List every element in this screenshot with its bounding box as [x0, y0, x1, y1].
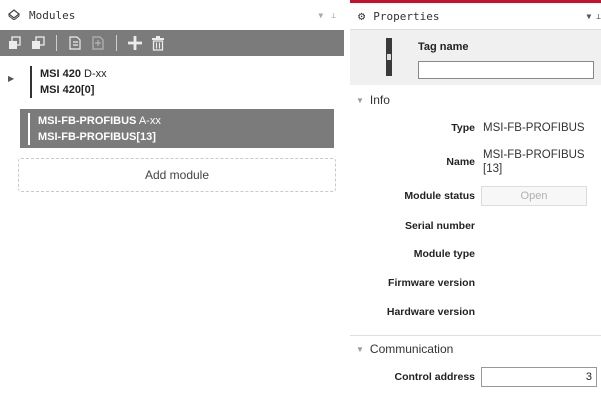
- info-section-header[interactable]: ▼ Info: [350, 85, 601, 115]
- module-instance: MSI 420[0]: [40, 84, 95, 96]
- type-value: MSI-FB-PROFIBUS: [483, 122, 585, 134]
- name-row: Name MSI-FB-PROFIBUS [13]: [350, 143, 601, 183]
- module-version: D-xx: [84, 68, 107, 80]
- control-address-input[interactable]: 3: [481, 367, 597, 387]
- open-button[interactable]: Open: [481, 186, 587, 206]
- toolbar-separator: [116, 35, 117, 51]
- communication-section-title: Communication: [369, 342, 454, 356]
- firmware-version-row: Firmware version: [350, 269, 601, 297]
- communication-section-header[interactable]: ▼ Communication: [350, 336, 601, 362]
- control-address-row: Control address 3: [350, 362, 601, 392]
- module-status-row: Module status Open: [350, 183, 601, 211]
- type-label: Type: [451, 122, 475, 134]
- add-module-button[interactable]: Add module: [18, 158, 336, 192]
- module-name: MSI-FB-PROFIBUS: [38, 115, 137, 127]
- add-icon[interactable]: [126, 34, 144, 52]
- export-icon[interactable]: [89, 34, 107, 52]
- collapse-all-icon[interactable]: [6, 34, 24, 52]
- control-address-label: Control address: [394, 371, 475, 383]
- gear-icon: ⚙: [358, 9, 366, 23]
- module-device-icon: [386, 38, 392, 76]
- module-type-label: Module type: [413, 248, 475, 260]
- hardware-version-label: Hardware version: [386, 306, 475, 318]
- pane-dropdown-icon[interactable]: ▼: [318, 11, 323, 20]
- tag-name-label: Tag name: [418, 41, 469, 53]
- firmware-version-label: Firmware version: [388, 277, 475, 289]
- modules-icon: [8, 8, 22, 23]
- module-version: A-xx: [138, 115, 161, 127]
- module-name: MSI 420: [40, 68, 81, 80]
- info-section-title: Info: [369, 93, 390, 107]
- expand-all-icon[interactable]: [29, 34, 47, 52]
- properties-pane-header: ⚙ Properties ▼ ⊥: [350, 3, 601, 30]
- type-row: Type MSI-FB-PROFIBUS: [350, 115, 601, 143]
- properties-pane: ⚙ Properties ▼ ⊥ Tag name ▼ Info Type MS…: [350, 0, 601, 414]
- module-type-row: Module type: [350, 239, 601, 269]
- modules-toolbar: [0, 30, 344, 56]
- hardware-version-row: Hardware version: [350, 297, 601, 327]
- properties-pane-title: Properties: [373, 9, 440, 23]
- delete-icon[interactable]: [149, 34, 167, 52]
- modules-pane-title: Modules: [29, 8, 76, 22]
- tag-name-input[interactable]: [418, 61, 594, 79]
- serial-number-row: Serial number: [350, 211, 601, 239]
- name-label: Name: [446, 156, 475, 168]
- modules-pane: Modules ▼ ⊥ ▶ MSI 420 D-xx MSI 420[0] MS…: [0, 0, 344, 414]
- name-value: MSI-FB-PROFIBUS [13]: [483, 149, 585, 175]
- collapse-arrow-icon: ▼: [356, 95, 364, 105]
- module-item-msi-fb-profibus[interactable]: MSI-FB-PROFIBUS A-xx MSI-FB-PROFIBUS[13]: [20, 109, 334, 148]
- serial-number-label: Serial number: [404, 220, 475, 232]
- module-status-label: Module status: [404, 190, 475, 202]
- module-tree: ▶ MSI 420 D-xx MSI 420[0] MSI-FB-PROFIBU…: [0, 56, 344, 192]
- modules-pane-header: Modules ▼ ⊥: [0, 0, 344, 30]
- pin-icon[interactable]: ⊥: [331, 11, 336, 20]
- toolbar-separator: [56, 35, 57, 51]
- import-icon[interactable]: [66, 34, 84, 52]
- tag-name-block: Tag name: [350, 30, 601, 85]
- collapse-arrow-icon: ▼: [356, 344, 364, 354]
- expand-arrow-icon[interactable]: ▶: [8, 71, 14, 87]
- module-item-msi-420[interactable]: ▶ MSI 420 D-xx MSI 420[0]: [8, 62, 334, 101]
- pane-dropdown-icon[interactable]: ▼ ⊥: [587, 12, 601, 21]
- module-instance: MSI-FB-PROFIBUS[13]: [38, 131, 156, 143]
